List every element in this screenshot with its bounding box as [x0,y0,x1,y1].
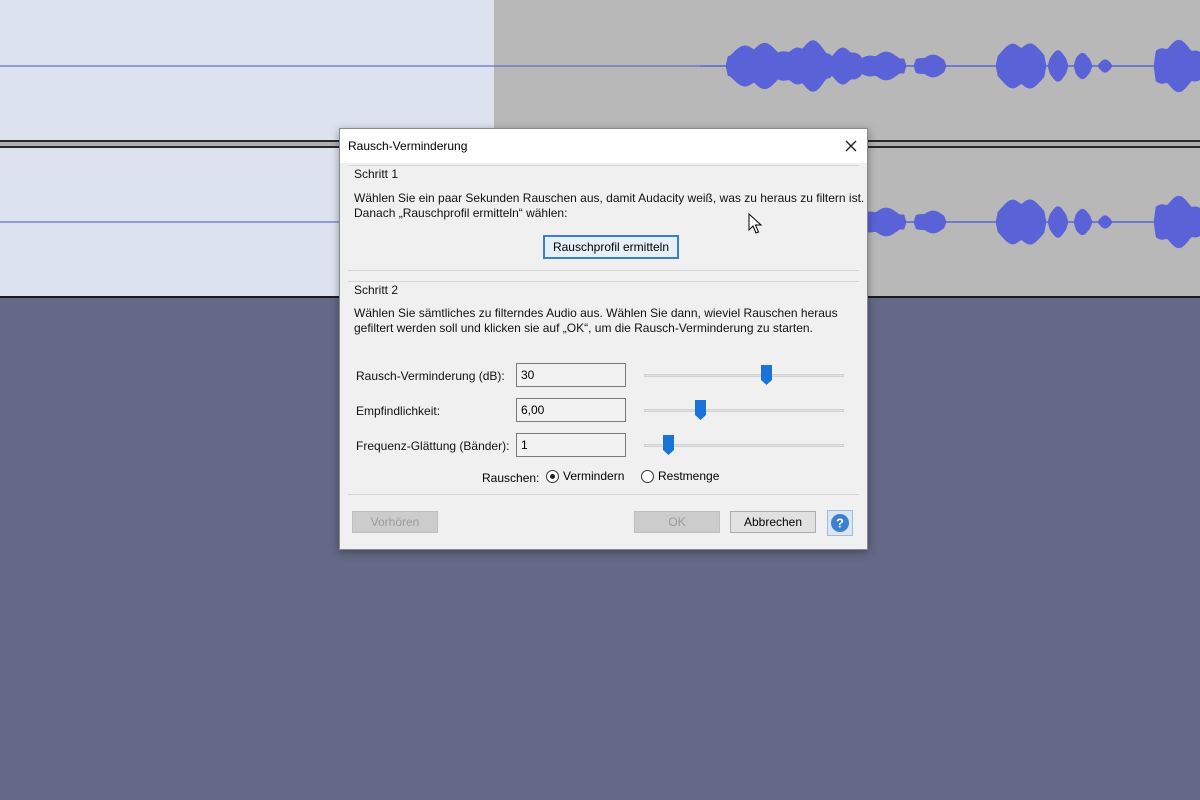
step2-line1: Wählen Sie sämtliches zu filterndes Audi… [354,306,838,320]
step2-title: Schritt 2 [354,283,399,297]
noise-option-label: Rauschen: [482,471,540,485]
noise-reduction-input[interactable] [516,363,626,387]
help-button[interactable]: ? [827,510,853,536]
slider-thumb[interactable] [695,400,707,420]
help-glyph: ? [836,516,844,531]
radio-reduce[interactable]: Vermindern [546,469,624,483]
step2-description: Wählen Sie sämtliches zu filterndes Audi… [354,306,838,336]
get-noise-profile-button[interactable]: Rauschprofil ermitteln [543,235,679,259]
frequency-smoothing-slider[interactable] [644,435,844,455]
step1-line1: Wählen Sie ein paar Sekunden Rauschen au… [354,191,865,205]
step1-group: Schritt 1 Wählen Sie ein paar Sekunden R… [348,165,864,271]
step1-description: Wählen Sie ein paar Sekunden Rauschen au… [354,191,864,221]
cancel-button[interactable]: Abbrechen [730,511,816,533]
help-icon: ? [831,514,849,532]
step1-line2: Danach „Rauschprofil ermitteln“ wählen: [354,206,568,220]
radio-residue[interactable]: Restmenge [641,469,719,483]
step1-title: Schritt 1 [354,167,399,181]
sensitivity-input[interactable] [516,398,626,422]
mouse-cursor-icon [748,213,763,234]
radio-residue-label: Restmenge [658,469,720,483]
radio-reduce-label: Vermindern [563,469,625,483]
radio-residue-dot[interactable] [641,469,654,483]
audio-track-1[interactable] [0,0,1200,140]
close-icon[interactable] [839,134,863,158]
slider-thumb[interactable] [761,365,773,385]
frequency-smoothing-input[interactable] [516,433,626,457]
dialog-title: Rausch-Verminderung [348,139,468,153]
noise-option-row: Rauschen: Vermindern Restmenge [340,469,867,489]
dialog-titlebar[interactable]: Rausch-Verminderung [340,129,867,163]
noise-reduction-label: Rausch-Verminderung (dB): [356,369,505,383]
frequency-smoothing-label: Frequenz-Glättung (Bänder): [356,439,510,453]
noise-reduction-slider[interactable] [644,365,844,385]
preview-button[interactable]: Vorhören [352,511,438,533]
step2-line2: gefiltert werden soll und klicken sie au… [354,321,813,335]
radio-reduce-dot[interactable] [546,469,559,483]
sensitivity-slider[interactable] [644,400,844,420]
sensitivity-label: Empfindlichkeit: [356,404,441,418]
slider-thumb[interactable] [662,435,674,455]
step2-group: Schritt 2 Wählen Sie sämtliches zu filte… [348,281,859,495]
ok-button[interactable]: OK [634,511,720,533]
noise-reduction-dialog[interactable]: Rausch-Verminderung Schritt 1 Wählen Sie… [339,128,868,550]
waveform-1 [0,39,1200,93]
